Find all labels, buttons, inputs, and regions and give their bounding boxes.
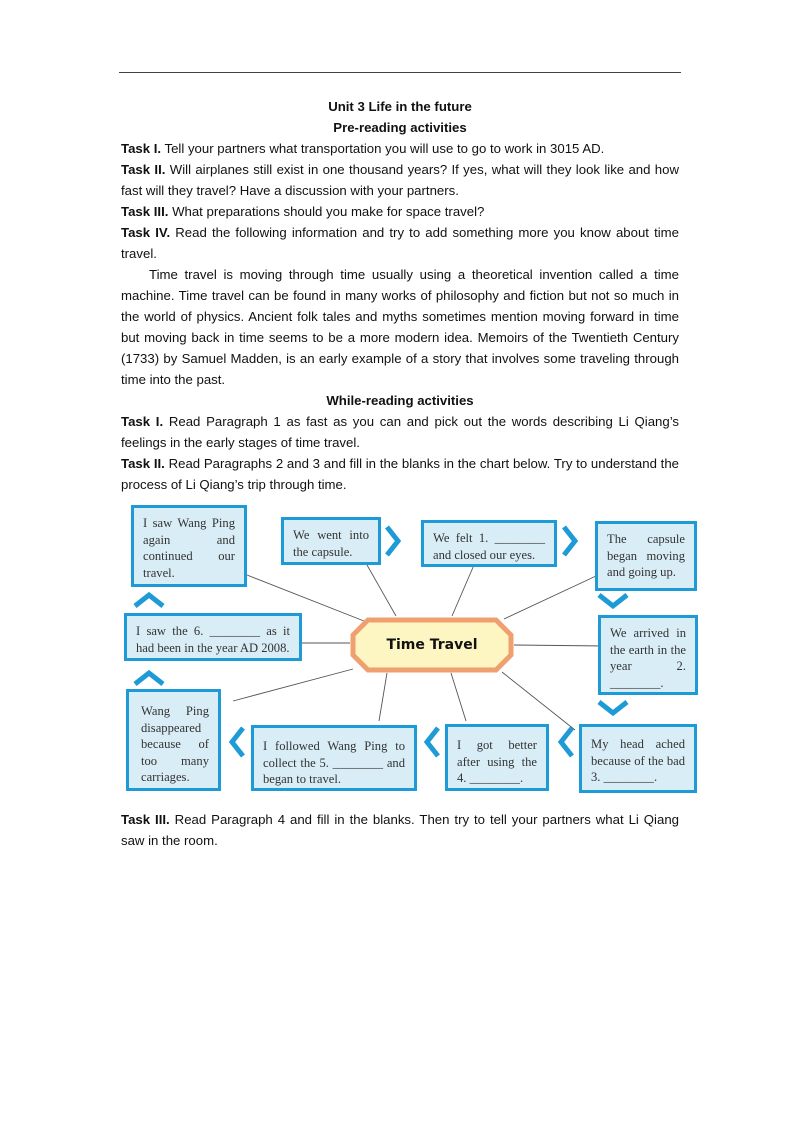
task-label: Task IV. [121,225,171,240]
while-task-3: Task III. Read Paragraph 4 and fill in t… [121,809,679,851]
chevron-down-icon [597,593,629,610]
task-text: Read Paragraph 4 and fill in the blanks.… [121,812,679,848]
time-travel-diagram: I saw Wang Ping again and continued our … [121,503,699,795]
center-label: Time Travel [386,637,478,653]
node-saw-wang-ping-again: I saw Wang Ping again and continued our … [131,505,247,587]
pre-task-4: Task IV. Read the following information … [121,222,679,264]
node-followed-blank-5: I followed Wang Ping to collect the 5. _… [251,725,417,791]
chevron-right-icon [562,525,579,557]
task-label: Task II. [121,162,166,177]
connector-line [503,575,597,620]
connector-line [451,564,475,617]
node-wang-ping-disappeared: Wang Ping disappeared because of too man… [126,689,221,791]
task-label: Task III. [121,812,170,827]
document-body: Unit 3 Life in the future Pre-reading ac… [121,96,679,495]
task-text: What preparations should you make for sp… [168,204,485,219]
task-label: Task I. [121,414,164,429]
task-label: Task I. [121,141,162,156]
unit-title: Unit 3 Life in the future [328,99,472,114]
while-reading-heading: While-reading activities [326,393,474,408]
chevron-right-icon [385,525,402,557]
chevron-up-icon [133,591,165,608]
connector-line [378,672,388,722]
node-felt-blank-1: We felt 1. ________ and closed our eyes. [421,520,557,567]
node-head-ached-blank-3: My head ached because of the bad 3. ____… [579,724,697,793]
node-capsule-moving: The capsule began moving and going up. [595,521,697,591]
connector-line [232,668,354,702]
task-label: Task III. [121,204,169,219]
pre-task-2: Task II. Will airplanes still exist in o… [121,159,679,201]
header-rule [119,72,681,73]
connector-line [513,644,607,647]
chevron-left-icon [557,726,574,758]
pre-reading-heading: Pre-reading activities [333,120,467,135]
center-node: Time Travel [350,617,514,673]
chevron-up-icon [133,669,165,686]
chevron-left-icon [228,726,245,758]
node-went-into-capsule: We went into the capsule. [281,517,381,565]
pre-task-3: Task III. What preparations should you m… [121,201,679,222]
connector-line [450,672,467,722]
while-task-2: Task II. Read Paragraphs 2 and 3 and fil… [121,453,679,495]
connector-line [501,671,576,731]
node-got-better-blank-4: I got better after using the 4. ________… [445,724,549,791]
task-label: Task II. [121,456,165,471]
pre-task-1: Task I. Tell your partners what transpor… [121,138,679,159]
connector-line [366,564,397,617]
while-task-1: Task I. Read Paragraph 1 as fast as you … [121,411,679,453]
chevron-down-icon [597,700,629,717]
node-saw-blank-6: I saw the 6. ________ as it had been in … [124,613,302,661]
task-text: Read the following information and try t… [121,225,679,261]
task-text: Read Paragraphs 2 and 3 and fill in the … [121,456,680,492]
task-text: Tell your partners what transportation y… [161,141,605,156]
chevron-left-icon [423,726,440,758]
time-travel-passage: Time travel is moving through time usual… [121,267,679,387]
while-reading-task-3: Task III. Read Paragraph 4 and fill in t… [121,809,679,851]
task-text: Read Paragraph 1 as fast as you can and … [121,414,679,450]
node-arrived-blank-2: We arrived in the earth in the year 2. _… [598,615,698,695]
task-text: Will airplanes still exist in one thousa… [121,162,680,198]
